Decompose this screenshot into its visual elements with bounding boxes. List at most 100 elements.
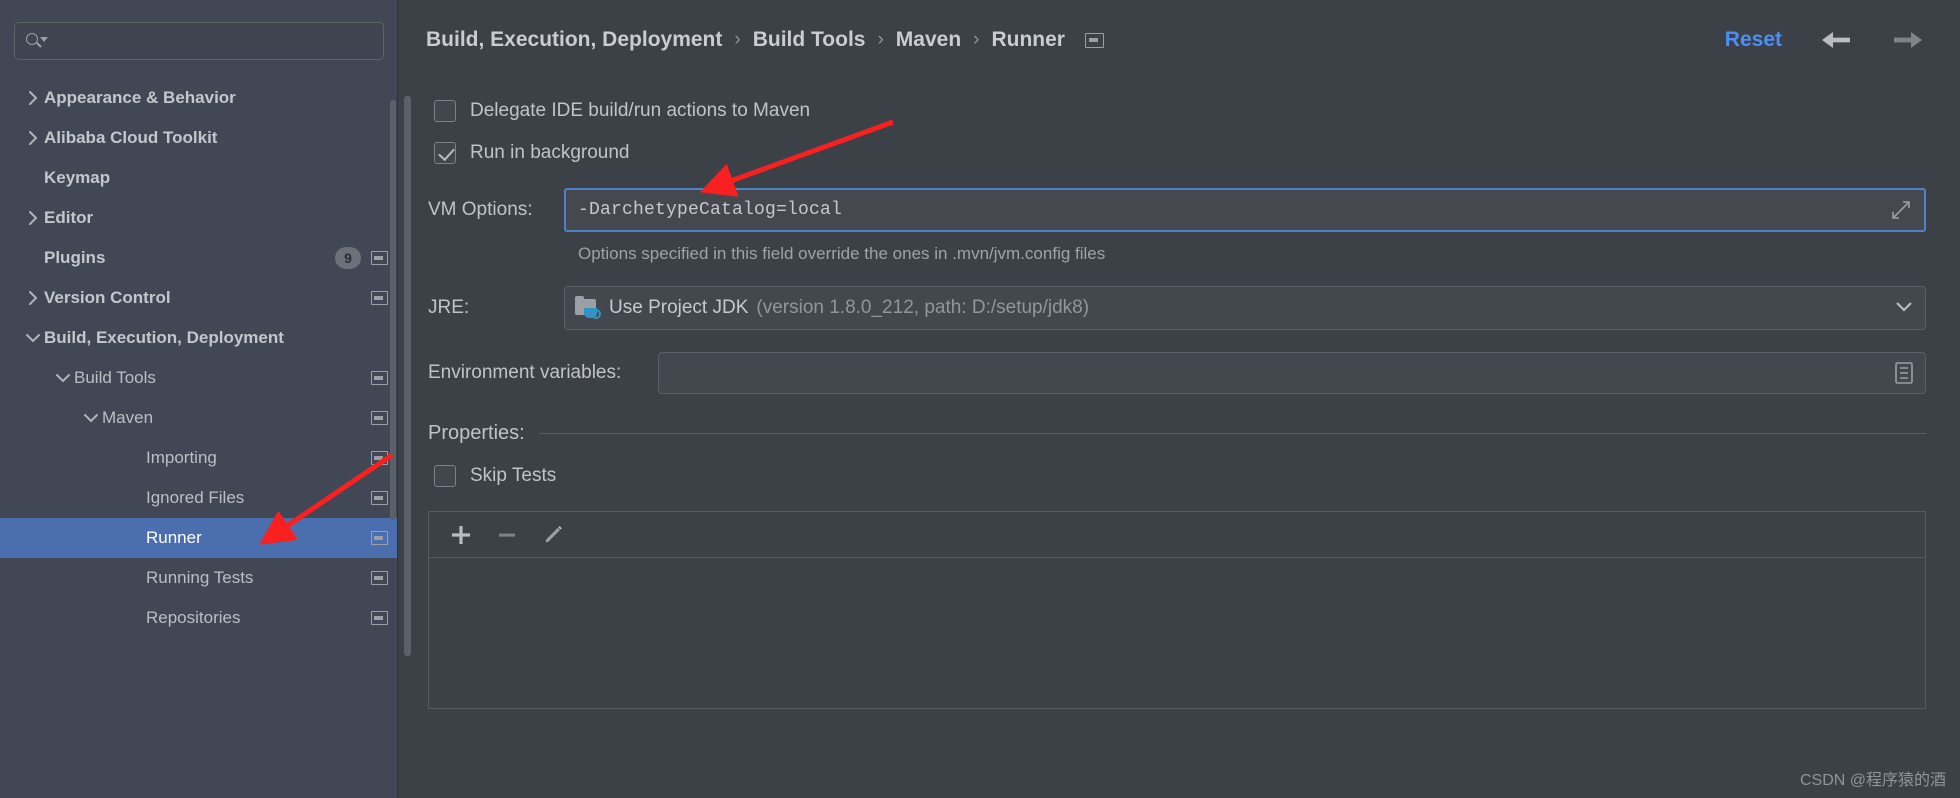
jdk-folder-icon (575, 296, 601, 319)
expand-icon[interactable] (1890, 199, 1912, 221)
sidebar-item-importing[interactable]: Importing (0, 438, 398, 478)
chevron-right-icon[interactable] (22, 278, 44, 318)
project-scope-icon (1084, 32, 1104, 48)
add-property-button[interactable] (443, 518, 479, 552)
chevron-down-icon[interactable] (22, 318, 44, 358)
sidebar-item-label: Appearance & Behavior (44, 88, 236, 107)
chevron-right-icon[interactable] (22, 118, 44, 158)
watermark: CSDN @程序猿的酒 (1799, 772, 1946, 789)
sidebar-item-label: Importing (146, 448, 217, 467)
chevron-down-icon[interactable] (1893, 299, 1915, 318)
sidebar-item-repositories[interactable]: Repositories (0, 598, 398, 638)
breadcrumb: Build, Execution, Deployment › Build Tools… (426, 28, 1104, 52)
settings-window: Appearance & Behavior Alibaba Cloud Toolk… (0, 0, 1960, 798)
sidebar-item-version-control[interactable]: Version Control (0, 278, 398, 318)
breadcrumb-item[interactable]: Maven (896, 28, 961, 52)
plugin-count-badge: 9 (335, 247, 361, 269)
back-button[interactable] (1818, 26, 1854, 54)
jre-value: Use Project JDK (609, 297, 749, 318)
reset-button[interactable]: Reset (1725, 28, 1782, 52)
project-scope-icon (371, 291, 388, 305)
chevron-right-icon[interactable] (22, 198, 44, 238)
runner-settings-panel: Delegate IDE build/run actions to Maven … (398, 80, 1960, 709)
sidebar-item-plugins[interactable]: Plugins 9 (0, 238, 398, 278)
sidebar-item-label: Ignored Files (146, 488, 245, 507)
sidebar-scrollbar[interactable] (390, 100, 396, 520)
delegate-checkbox-row[interactable]: Delegate IDE build/run actions to Maven (428, 90, 1926, 132)
sidebar-item-label: Runner (146, 528, 202, 547)
vm-options-input[interactable]: -DarchetypeCatalog=local (564, 188, 1926, 232)
sidebar-item-label: Build Tools (74, 368, 156, 387)
settings-tree: Appearance & Behavior Alibaba Cloud Toolk… (0, 78, 398, 638)
search-wrapper (0, 14, 398, 60)
content-header: Build, Execution, Deployment › Build Tools… (398, 0, 1960, 80)
sidebar-item-maven[interactable]: Maven (0, 398, 398, 438)
environment-variables-input[interactable] (658, 352, 1926, 394)
properties-rows[interactable] (429, 558, 1925, 708)
skip-tests-row[interactable]: Skip Tests (428, 455, 1926, 497)
settings-sidebar: Appearance & Behavior Alibaba Cloud Toolk… (0, 0, 398, 798)
forward-button[interactable] (1890, 26, 1926, 54)
sidebar-item-label: Repositories (146, 608, 241, 627)
vm-options-hint: Options specified in this field override… (578, 244, 1106, 263)
environment-variables-label: Environment variables: (428, 362, 622, 383)
browse-list-icon[interactable] (1893, 361, 1915, 385)
sidebar-item-adornments (371, 491, 388, 505)
sidebar-item-adornments (371, 611, 388, 625)
sidebar-item-adornments (371, 371, 388, 385)
run-background-checkbox-row[interactable]: Run in background (428, 132, 1926, 174)
run-background-checkbox-label: Run in background (470, 142, 630, 163)
sidebar-item-label: Build, Execution, Deployment (44, 328, 284, 347)
sidebar-item-adornments (371, 451, 388, 465)
search-box[interactable] (14, 22, 384, 60)
sidebar-item-build-execution-deployment[interactable]: Build, Execution, Deployment (0, 318, 398, 358)
sidebar-item-adornments (371, 531, 388, 545)
chevron-down-icon[interactable] (52, 358, 74, 398)
breadcrumb-separator: › (973, 29, 980, 50)
skip-tests-checkbox[interactable] (434, 465, 456, 487)
vm-options-row: VM Options: -DarchetypeCatalog=local (428, 188, 1926, 232)
sidebar-item-running-tests[interactable]: Running Tests (0, 558, 398, 598)
properties-toolbar (429, 512, 1925, 558)
edit-property-button[interactable] (535, 518, 571, 552)
project-scope-icon (371, 531, 388, 545)
breadcrumb-item[interactable]: Runner (991, 28, 1065, 52)
sidebar-item-build-tools[interactable]: Build Tools (0, 358, 398, 398)
sidebar-item-label: Version Control (44, 288, 171, 307)
project-scope-icon (371, 491, 388, 505)
sidebar-item-label: Maven (102, 408, 154, 427)
search-input[interactable] (49, 32, 373, 50)
sidebar-item-label: Plugins (44, 248, 106, 267)
sidebar-item-label: Editor (44, 208, 94, 227)
properties-title: Properties: (428, 422, 525, 444)
project-scope-icon (371, 251, 388, 265)
environment-variables-row: Environment variables: (428, 352, 1926, 394)
breadcrumb-item[interactable]: Build, Execution, Deployment (426, 28, 722, 52)
properties-separator (538, 433, 1926, 434)
sidebar-item-ignored-files[interactable]: Ignored Files (0, 478, 398, 518)
chevron-right-icon[interactable] (22, 78, 44, 118)
delegate-checkbox[interactable] (434, 100, 456, 122)
sidebar-item-runner[interactable]: Runner (0, 518, 398, 558)
sidebar-item-keymap[interactable]: Keymap (0, 158, 398, 198)
run-background-checkbox[interactable] (434, 142, 456, 164)
search-icon (25, 31, 48, 51)
project-scope-icon (371, 371, 388, 385)
remove-property-button[interactable] (489, 518, 525, 552)
sidebar-item-editor[interactable]: Editor (0, 198, 398, 238)
skip-tests-label: Skip Tests (470, 465, 557, 486)
jre-dropdown[interactable]: Use Project JDK (version 1.8.0_212, path… (564, 286, 1926, 330)
project-scope-icon (371, 451, 388, 465)
project-scope-icon (371, 611, 388, 625)
vm-options-label: VM Options: (428, 199, 533, 220)
sidebar-item-alibaba-cloud-toolkit[interactable]: Alibaba Cloud Toolkit (0, 118, 398, 158)
sidebar-item-appearance-behavior[interactable]: Appearance & Behavior (0, 78, 398, 118)
breadcrumb-separator: › (734, 29, 741, 50)
breadcrumb-item[interactable]: Build Tools (753, 28, 866, 52)
sidebar-item-adornments: 9 (335, 247, 388, 269)
breadcrumb-separator: › (877, 29, 884, 50)
arrow-left-icon (1822, 32, 1850, 48)
settings-content: Build, Execution, Deployment › Build Tools… (398, 0, 1960, 798)
project-scope-icon (371, 571, 388, 585)
chevron-down-icon[interactable] (80, 398, 102, 438)
